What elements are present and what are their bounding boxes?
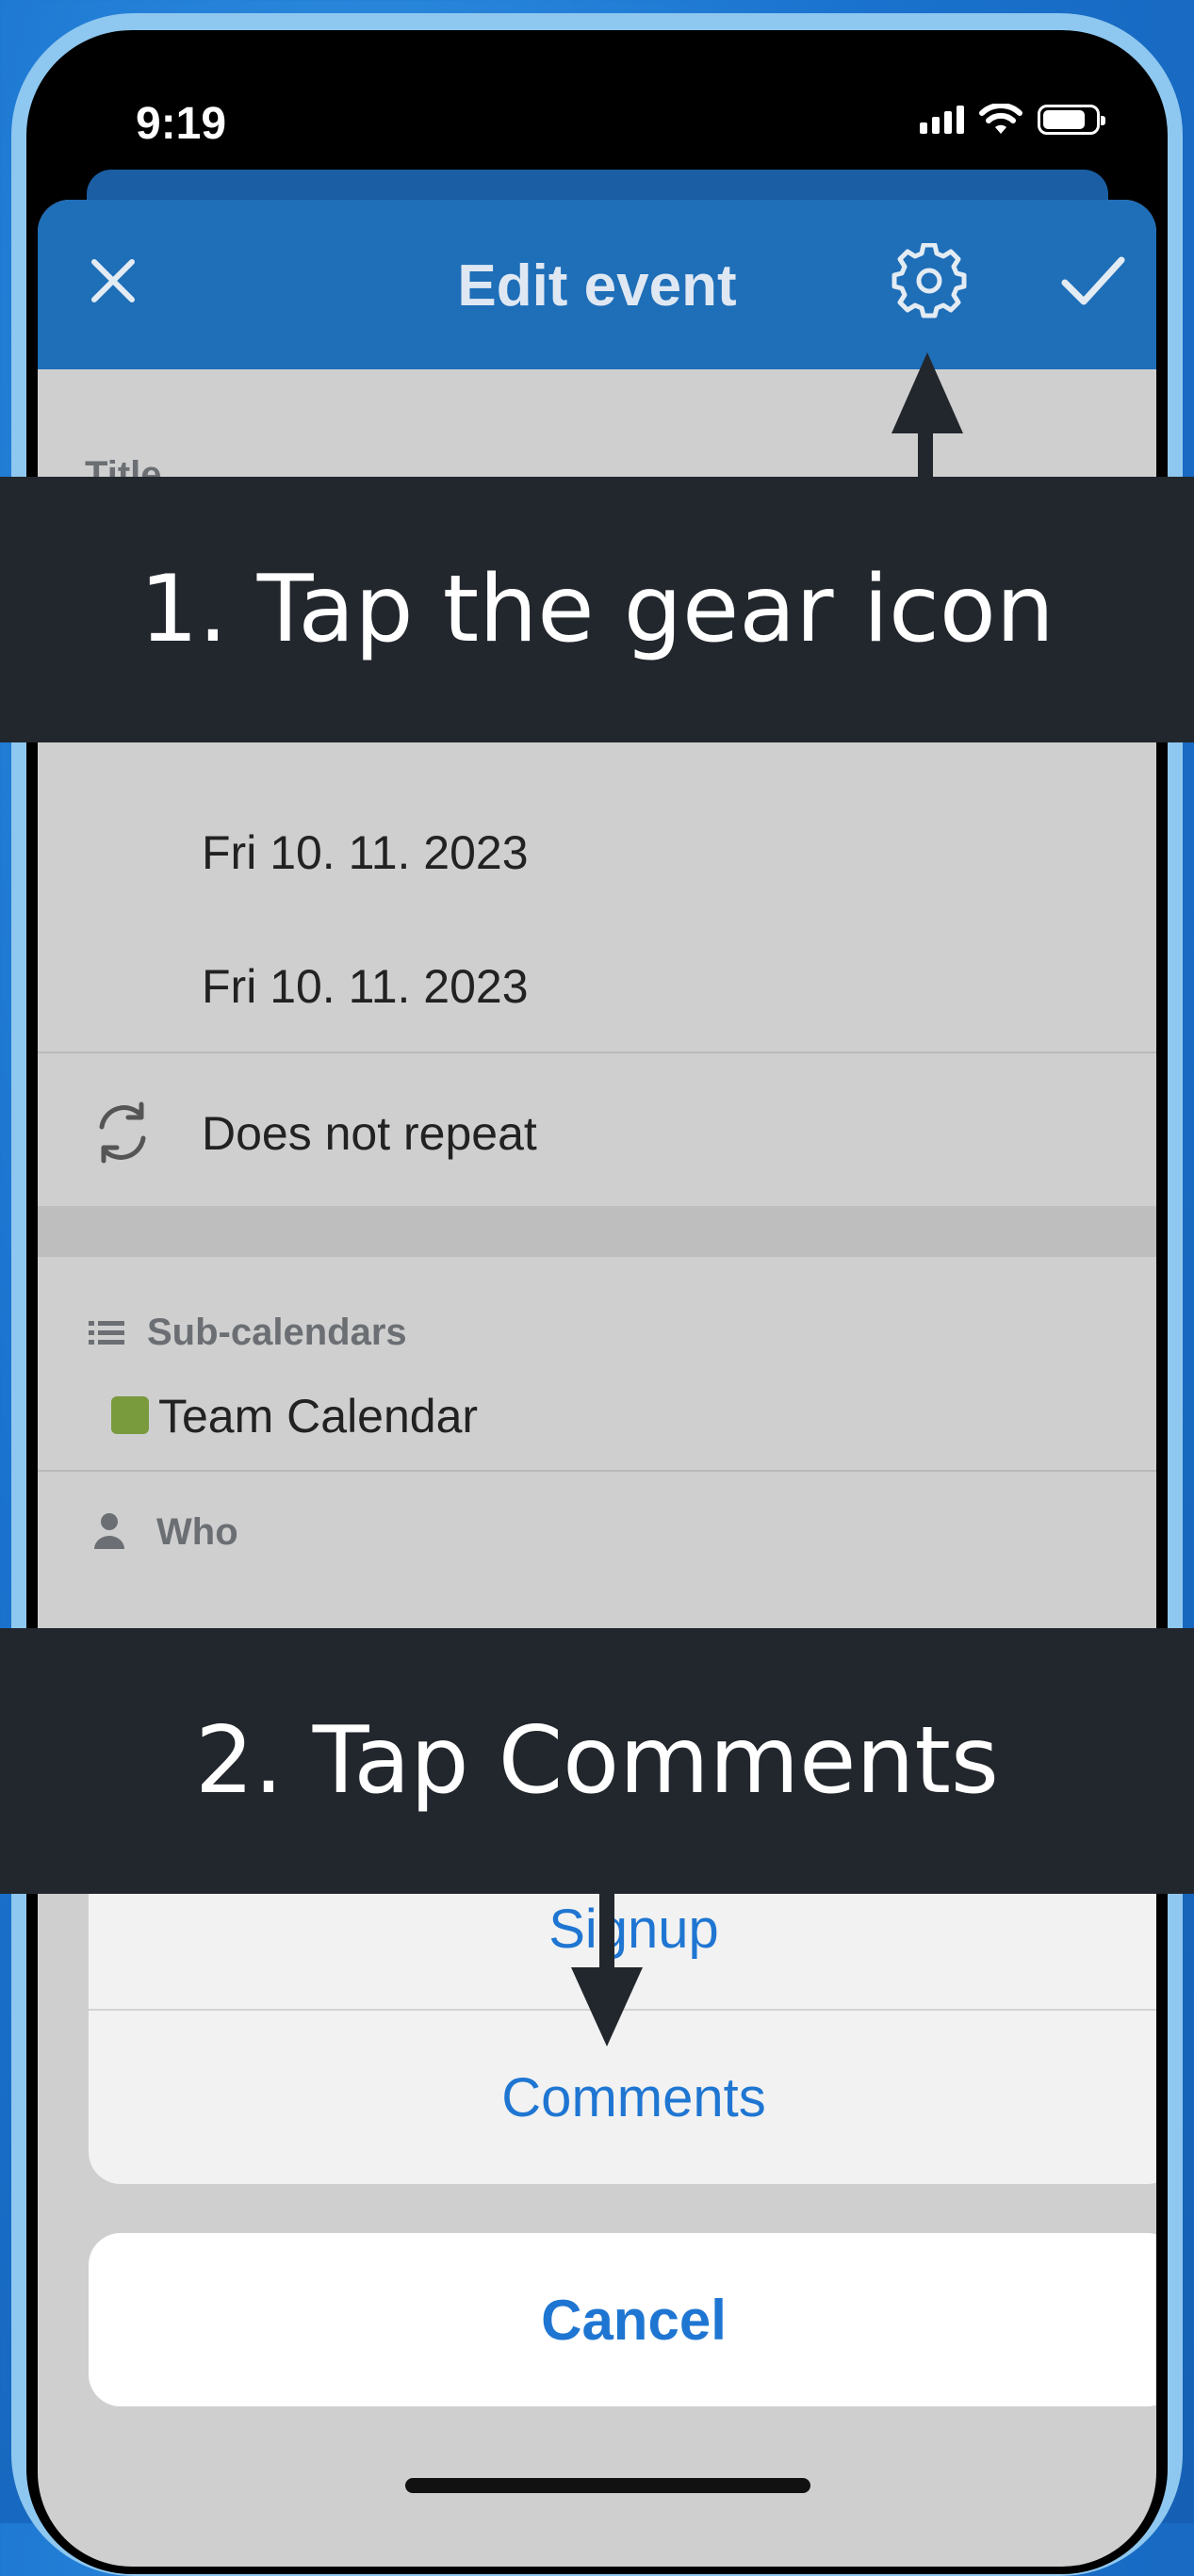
- status-time: 9:19: [136, 99, 227, 149]
- divider: [38, 1470, 1156, 1472]
- who-label: Who: [156, 1511, 238, 1553]
- status-icons: [920, 104, 1105, 136]
- end-date[interactable]: Fri 10. 11. 2023: [202, 959, 529, 1014]
- sheet-header: Edit event: [38, 200, 1156, 369]
- instruction-banner-step2: 2. Tap Comments: [0, 1628, 1194, 1894]
- phone-screen: 9:19 Edit event Title Fri 10. 11. 2023 F…: [38, 41, 1156, 2567]
- arrow-down-icon: [571, 1967, 643, 2046]
- subcalendar-name[interactable]: Team Calendar: [158, 1389, 478, 1443]
- start-date[interactable]: Fri 10. 11. 2023: [202, 825, 529, 880]
- arrow-up-icon: [891, 352, 963, 433]
- list-icon: [89, 1321, 124, 1345]
- step2-text: 2. Tap Comments: [195, 1707, 999, 1815]
- arrow-to-comments-shaft: [599, 1892, 614, 1977]
- section-gap: [38, 1206, 1156, 1257]
- instruction-banner-step1: 1. Tap the gear icon: [0, 477, 1194, 742]
- repeat-option[interactable]: Does not repeat: [202, 1106, 537, 1161]
- cellular-signal-icon: [920, 106, 964, 134]
- gear-icon[interactable]: [891, 243, 967, 318]
- subcalendars-label: Sub-calendars: [147, 1312, 407, 1353]
- wifi-icon: [979, 104, 1022, 134]
- check-icon[interactable]: [1059, 253, 1127, 309]
- repeat-icon: [99, 1101, 146, 1164]
- phone-body: 9:19 Edit event Title Fri 10. 11. 2023 F…: [26, 30, 1168, 2574]
- divider: [38, 1052, 1156, 1053]
- subcalendar-color-swatch: [111, 1396, 149, 1434]
- home-indicator: [405, 2478, 810, 2493]
- cancel-button[interactable]: Cancel: [89, 2233, 1156, 2406]
- person-icon: [94, 1513, 124, 1549]
- step1-text: 1. Tap the gear icon: [139, 556, 1055, 663]
- status-bar: 9:19: [38, 41, 1156, 183]
- page-title: Edit event: [457, 253, 737, 318]
- battery-icon: [1038, 105, 1105, 135]
